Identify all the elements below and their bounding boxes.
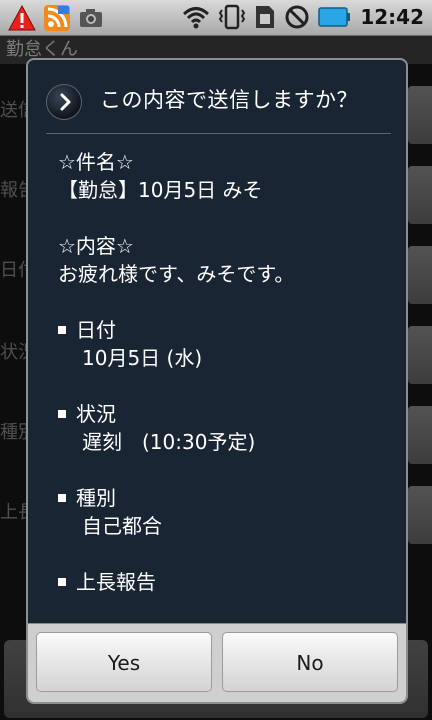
battery-icon: [318, 7, 351, 27]
bullet-icon: [58, 410, 66, 418]
bullet-icon: [58, 326, 66, 334]
confirm-dialog: この内容で送信しますか？ ☆件名☆ 【勤怠】10月5日 みそ ☆内容☆ お疲れ様…: [26, 58, 408, 704]
status-bar: 12:42: [0, 0, 432, 36]
dialog-title: この内容で送信しますか？: [100, 88, 358, 112]
yes-button[interactable]: Yes: [36, 632, 212, 692]
field-label-boss-report: 上長報告: [58, 568, 406, 596]
warning-icon: [8, 5, 36, 31]
dialog-header: この内容で送信しますか？: [28, 60, 406, 134]
field-value-type: 自己都合: [82, 514, 162, 538]
content-text: お疲れ様です、みそです。: [58, 262, 295, 286]
subject-text: 【勤怠】10月5日 みそ: [58, 178, 263, 202]
camera-icon: [80, 9, 102, 27]
field-value-status: 遅刻 (10:30予定): [82, 430, 256, 454]
status-clock: 12:42: [360, 5, 424, 29]
field-value-date: 10月5日 (水): [82, 346, 203, 370]
field-label-type: 種別: [58, 484, 406, 512]
field-label-status: 状況: [58, 400, 406, 428]
chevron-right-icon: [46, 84, 82, 120]
dialog-message[interactable]: ☆件名☆ 【勤怠】10月5日 みそ ☆内容☆ お疲れ様です、みそです。 日付 1…: [28, 134, 406, 626]
bullet-icon: [58, 494, 66, 502]
field-label-date: 日付: [58, 316, 406, 344]
no-button[interactable]: No: [222, 632, 398, 692]
screen: 12:42 勤怠くん 送信 報告 日付 状況 種別 上長 この内容で送信しますか…: [0, 0, 432, 720]
bullet-icon: [58, 578, 66, 586]
dialog-button-bar: Yes No: [28, 623, 406, 702]
vibrate-icon: [219, 4, 246, 30]
content-header: ☆内容☆: [58, 234, 134, 258]
wifi-icon: [183, 7, 210, 29]
no-sim-icon: [285, 5, 309, 29]
sim-icon: [256, 6, 275, 28]
subject-header: ☆件名☆: [58, 150, 134, 174]
rss-icon: [44, 5, 70, 31]
